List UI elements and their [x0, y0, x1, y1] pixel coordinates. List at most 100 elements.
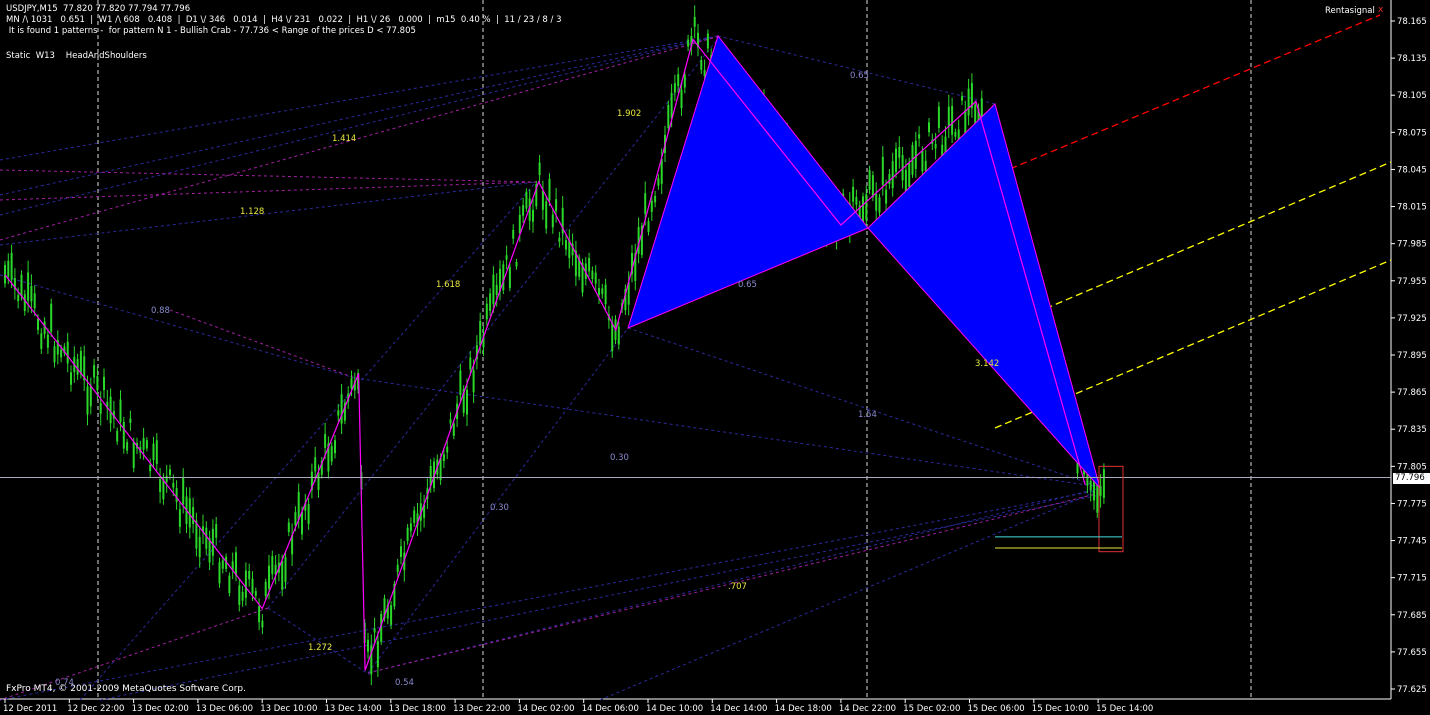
candle-body [149, 464, 152, 472]
candle-body [221, 560, 224, 569]
candle-body [680, 89, 683, 109]
candle-body [132, 441, 135, 468]
time-tick-label: 14 Dec 06:00 [582, 704, 639, 714]
current-price-tag: 77.796 [1393, 473, 1430, 484]
candle-body [287, 522, 290, 532]
fib-dotted-line [599, 489, 1101, 701]
candle-body [37, 318, 39, 330]
candle-body [875, 193, 878, 211]
candle-body [192, 507, 195, 524]
candle-body [155, 440, 158, 464]
candle-body [211, 528, 214, 556]
candle-body [654, 195, 657, 203]
candle-body [53, 346, 56, 363]
candle-body [145, 440, 148, 449]
candle-body [175, 488, 178, 502]
price-tick-label: 77.655 [1397, 648, 1427, 658]
price-tick-label: 77.895 [1397, 351, 1427, 361]
price-tick-label: 77.835 [1397, 425, 1427, 435]
candle-body [908, 162, 911, 187]
candle-body [314, 457, 317, 472]
candle-body [50, 303, 53, 332]
candle-body [244, 570, 247, 598]
candle-body [251, 578, 254, 594]
timeframe-stats-line: MN /\ 1031 0.651 | W1 /\ 608 0.408 | D1 … [6, 15, 562, 25]
candle-body [258, 606, 261, 623]
price-tick-label: 77.775 [1397, 499, 1427, 509]
candle-body [667, 104, 670, 128]
candle-body [891, 161, 894, 189]
candle-body [152, 443, 155, 461]
candle-body [142, 437, 145, 450]
time-tick-label: 14 Dec 22:00 [839, 704, 896, 714]
symbol-ohlc-line: USDJPY,M15 77.820 77.820 77.794 77.796 [6, 4, 191, 14]
candle-body [1096, 483, 1099, 513]
candle-body [670, 92, 673, 119]
candle-body [17, 295, 20, 302]
candle-body [264, 581, 267, 597]
candle-body [396, 564, 399, 573]
candle-body [555, 199, 558, 212]
candle-body [367, 639, 369, 652]
fib-dotted-line [0, 35, 721, 241]
fib-dotted-line [267, 607, 371, 676]
candle-body [99, 402, 102, 414]
candle-body [172, 482, 175, 488]
candle-body [647, 221, 650, 233]
candle-body [617, 326, 620, 345]
ratio-label: 1.902 [617, 109, 641, 119]
candle-body [693, 16, 696, 27]
candle-body [297, 492, 300, 520]
candle-body [23, 294, 26, 312]
fib-dotted-line [169, 309, 356, 379]
candle-body [594, 272, 597, 284]
candle-body [122, 421, 125, 449]
candle-body [103, 376, 105, 391]
candle-body [591, 270, 594, 280]
candle-body [261, 620, 264, 628]
ratio-label: 1.618 [436, 280, 460, 290]
candle-body [413, 510, 416, 523]
price-tick-label: 78.015 [1397, 203, 1427, 213]
time-tick-label: 12 Dec 22:00 [67, 704, 124, 714]
candle-body [951, 105, 954, 135]
candle-body [601, 288, 604, 295]
ratio-label: 1.54 [858, 410, 877, 420]
candle-body [218, 562, 221, 584]
candle-body [565, 240, 567, 250]
time-tick-label: 13 Dec 22:00 [453, 704, 510, 714]
candle-body [855, 196, 858, 205]
fib-dotted-line [0, 169, 537, 183]
candle-body [541, 190, 544, 210]
candle-body [518, 214, 521, 234]
candle-body [947, 106, 950, 127]
candle-body [126, 442, 129, 451]
candle-body [924, 160, 927, 172]
fib-dotted-line [367, 327, 629, 674]
price-tick-label: 77.715 [1397, 574, 1427, 584]
candle-body [512, 229, 515, 239]
candle-body [505, 255, 508, 260]
fib-dotted-line [0, 35, 719, 216]
candle-body [350, 378, 353, 389]
candle-body [538, 162, 541, 175]
candle-body [271, 556, 274, 575]
price-chart[interactable]: 78.165 78.135 78.105 78.075 78.045 78.015 77.9… [0, 0, 1430, 715]
time-tick-label: 13 Dec 10:00 [260, 704, 317, 714]
fib-dotted-line [0, 181, 537, 246]
close-indicator-icon[interactable]: x [1378, 5, 1383, 15]
candle-body [604, 284, 607, 304]
candle-body [871, 175, 874, 198]
candle-body [598, 288, 600, 295]
candle-body [522, 205, 525, 216]
candle-body [921, 150, 924, 172]
candle-body [390, 605, 393, 625]
zigzag-line [4, 38, 1086, 671]
candle-body [489, 293, 492, 311]
candle-body [169, 469, 171, 476]
fib-dotted-line [0, 274, 356, 379]
fib-dotted-line [79, 181, 537, 701]
candle-body [86, 386, 89, 415]
price-tick-label: 77.805 [1397, 462, 1427, 472]
candle-body [228, 575, 231, 594]
